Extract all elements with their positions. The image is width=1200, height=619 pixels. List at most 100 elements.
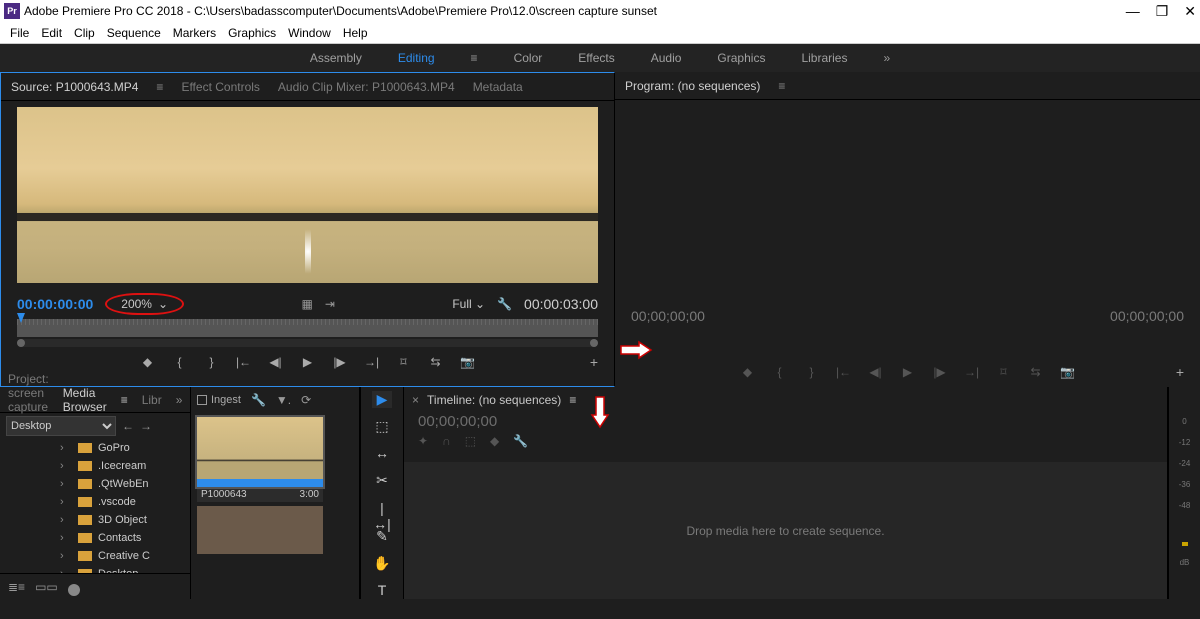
tab-timeline[interactable]: Timeline: (no sequences): [427, 393, 561, 407]
fit-dropdown[interactable]: Full ⌄: [452, 297, 485, 311]
timeline-timecode[interactable]: 00;00;00;00: [404, 413, 1167, 430]
window-maximize-button[interactable]: ❐: [1156, 3, 1169, 20]
wrench-icon[interactable]: 🔧: [251, 393, 266, 407]
menu-sequence[interactable]: Sequence: [101, 24, 167, 42]
folder-item[interactable]: ›Desktop: [0, 565, 190, 573]
selection-tool-icon[interactable]: ▶: [372, 391, 392, 408]
timeline-settings-icon[interactable]: 🔧: [513, 434, 528, 448]
overwrite-icon[interactable]: ⇆: [428, 355, 444, 369]
zoom-level-dropdown[interactable]: 200% ⌄: [105, 293, 184, 315]
export-frame-icon[interactable]: 📷: [460, 355, 476, 369]
mark-out-icon[interactable]: }: [204, 355, 220, 369]
source-option-icon-a[interactable]: ▦: [301, 297, 312, 311]
insert-icon[interactable]: ⌑: [396, 355, 412, 369]
folder-item[interactable]: ›.Icecream: [0, 457, 190, 475]
nav-back-icon[interactable]: ←: [122, 419, 134, 433]
tab-audio-clip-mixer[interactable]: Audio Clip Mixer: P1000643.MP4: [278, 80, 455, 94]
go-to-in-icon[interactable]: |←: [836, 365, 852, 379]
mark-out-icon[interactable]: }: [804, 365, 820, 379]
ingest-checkbox[interactable]: Ingest: [197, 394, 241, 406]
tab-metadata[interactable]: Metadata: [473, 80, 523, 94]
folder-item[interactable]: ›GoPro: [0, 439, 190, 457]
tab-program[interactable]: Program: (no sequences): [625, 79, 760, 93]
ripple-edit-tool-icon[interactable]: ↔: [372, 445, 392, 462]
play-icon[interactable]: ▶: [900, 365, 916, 379]
nav-forward-icon[interactable]: →: [140, 419, 152, 433]
source-monitor[interactable]: [17, 107, 598, 283]
source-time-ruler[interactable]: [17, 319, 598, 337]
workspace-overflow-icon[interactable]: »: [883, 51, 890, 65]
workspace-menu-icon[interactable]: ≡: [471, 51, 478, 65]
step-forward-icon[interactable]: |▶: [332, 355, 348, 369]
menu-window[interactable]: Window: [282, 24, 337, 42]
media-clip[interactable]: P10006433:00: [197, 417, 323, 502]
workspace-libraries[interactable]: Libraries: [801, 51, 847, 65]
tab-libraries[interactable]: Libr: [142, 393, 162, 407]
source-panel-menu-icon[interactable]: ≡: [156, 80, 163, 94]
linked-selection-icon[interactable]: ⬚: [465, 434, 476, 448]
hand-tool-icon[interactable]: ✋: [372, 555, 392, 572]
menu-markers[interactable]: Markers: [167, 24, 222, 42]
step-forward-icon[interactable]: |▶: [932, 365, 948, 379]
source-zoom-scroll[interactable]: [17, 339, 598, 347]
close-tab-icon[interactable]: ×: [412, 393, 419, 407]
workspace-color[interactable]: Color: [514, 51, 543, 65]
tab-media-browser[interactable]: Media Browser: [63, 386, 107, 414]
folder-item[interactable]: ›.vscode: [0, 493, 190, 511]
window-close-button[interactable]: ✕: [1184, 3, 1196, 20]
program-timecode-left[interactable]: 00;00;00;00: [631, 308, 705, 324]
tab-source[interactable]: Source: P1000643.MP4: [11, 80, 138, 94]
go-to-out-icon[interactable]: →|: [964, 365, 980, 379]
thumb-view-icon[interactable]: ▭▭: [35, 580, 58, 594]
mark-in-icon[interactable]: {: [772, 365, 788, 379]
workspace-assembly[interactable]: Assembly: [310, 51, 362, 65]
folder-item[interactable]: ›Contacts: [0, 529, 190, 547]
button-editor-plus-icon[interactable]: +: [590, 354, 598, 370]
add-marker-icon[interactable]: ◆: [140, 355, 156, 369]
pen-tool-icon[interactable]: ✎: [372, 528, 392, 545]
list-view-icon[interactable]: ≣≡: [8, 580, 25, 594]
media-clip[interactable]: [197, 506, 323, 554]
extract-icon[interactable]: ⇆: [1028, 365, 1044, 379]
folder-item[interactable]: ›.QtWebEn: [0, 475, 190, 493]
program-panel-menu-icon[interactable]: ≡: [778, 79, 785, 93]
menu-clip[interactable]: Clip: [68, 24, 101, 42]
add-marker-icon[interactable]: ◆: [740, 365, 756, 379]
menu-edit[interactable]: Edit: [35, 24, 68, 42]
add-marker-icon[interactable]: ◆: [490, 434, 499, 448]
snap-icon[interactable]: ∩: [442, 434, 451, 448]
play-icon[interactable]: ▶: [300, 355, 316, 369]
settings-wrench-icon[interactable]: 🔧: [497, 297, 512, 311]
workspace-audio[interactable]: Audio: [651, 51, 682, 65]
step-back-icon[interactable]: ◀|: [268, 355, 284, 369]
mark-in-icon[interactable]: {: [172, 355, 188, 369]
window-minimize-button[interactable]: —: [1126, 3, 1140, 20]
step-back-icon[interactable]: ◀|: [868, 365, 884, 379]
filter-icon[interactable]: ▼.: [276, 393, 291, 407]
project-overflow-icon[interactable]: »: [176, 393, 183, 407]
type-tool-icon[interactable]: T: [372, 582, 392, 599]
lift-icon[interactable]: ⌑: [996, 365, 1012, 379]
menu-file[interactable]: File: [4, 24, 35, 42]
workspace-editing[interactable]: Editing: [398, 51, 435, 65]
track-select-tool-icon[interactable]: ⬚: [372, 418, 392, 435]
go-to-out-icon[interactable]: →|: [364, 355, 380, 369]
razor-tool-icon[interactable]: ✂: [372, 472, 392, 489]
button-editor-plus-icon[interactable]: +: [1176, 364, 1184, 380]
export-frame-icon[interactable]: 📷: [1060, 365, 1076, 379]
tab-effect-controls[interactable]: Effect Controls: [181, 80, 259, 94]
menu-graphics[interactable]: Graphics: [222, 24, 282, 42]
timeline-icon[interactable]: ✦: [418, 434, 428, 448]
timeline-panel-menu-icon[interactable]: ≡: [569, 393, 576, 407]
go-to-in-icon[interactable]: |←: [236, 355, 252, 369]
workspace-graphics[interactable]: Graphics: [717, 51, 765, 65]
location-dropdown[interactable]: Desktop: [6, 416, 116, 436]
refresh-icon[interactable]: ⟳: [301, 393, 311, 407]
project-panel-menu-icon[interactable]: ≡: [121, 393, 128, 407]
menu-help[interactable]: Help: [337, 24, 374, 42]
folder-item[interactable]: ›3D Object: [0, 511, 190, 529]
source-option-icon-b[interactable]: ⇥: [325, 297, 335, 311]
source-timecode-current[interactable]: 00:00:00:00: [17, 296, 93, 312]
folder-item[interactable]: ›Creative C: [0, 547, 190, 565]
workspace-effects[interactable]: Effects: [578, 51, 614, 65]
